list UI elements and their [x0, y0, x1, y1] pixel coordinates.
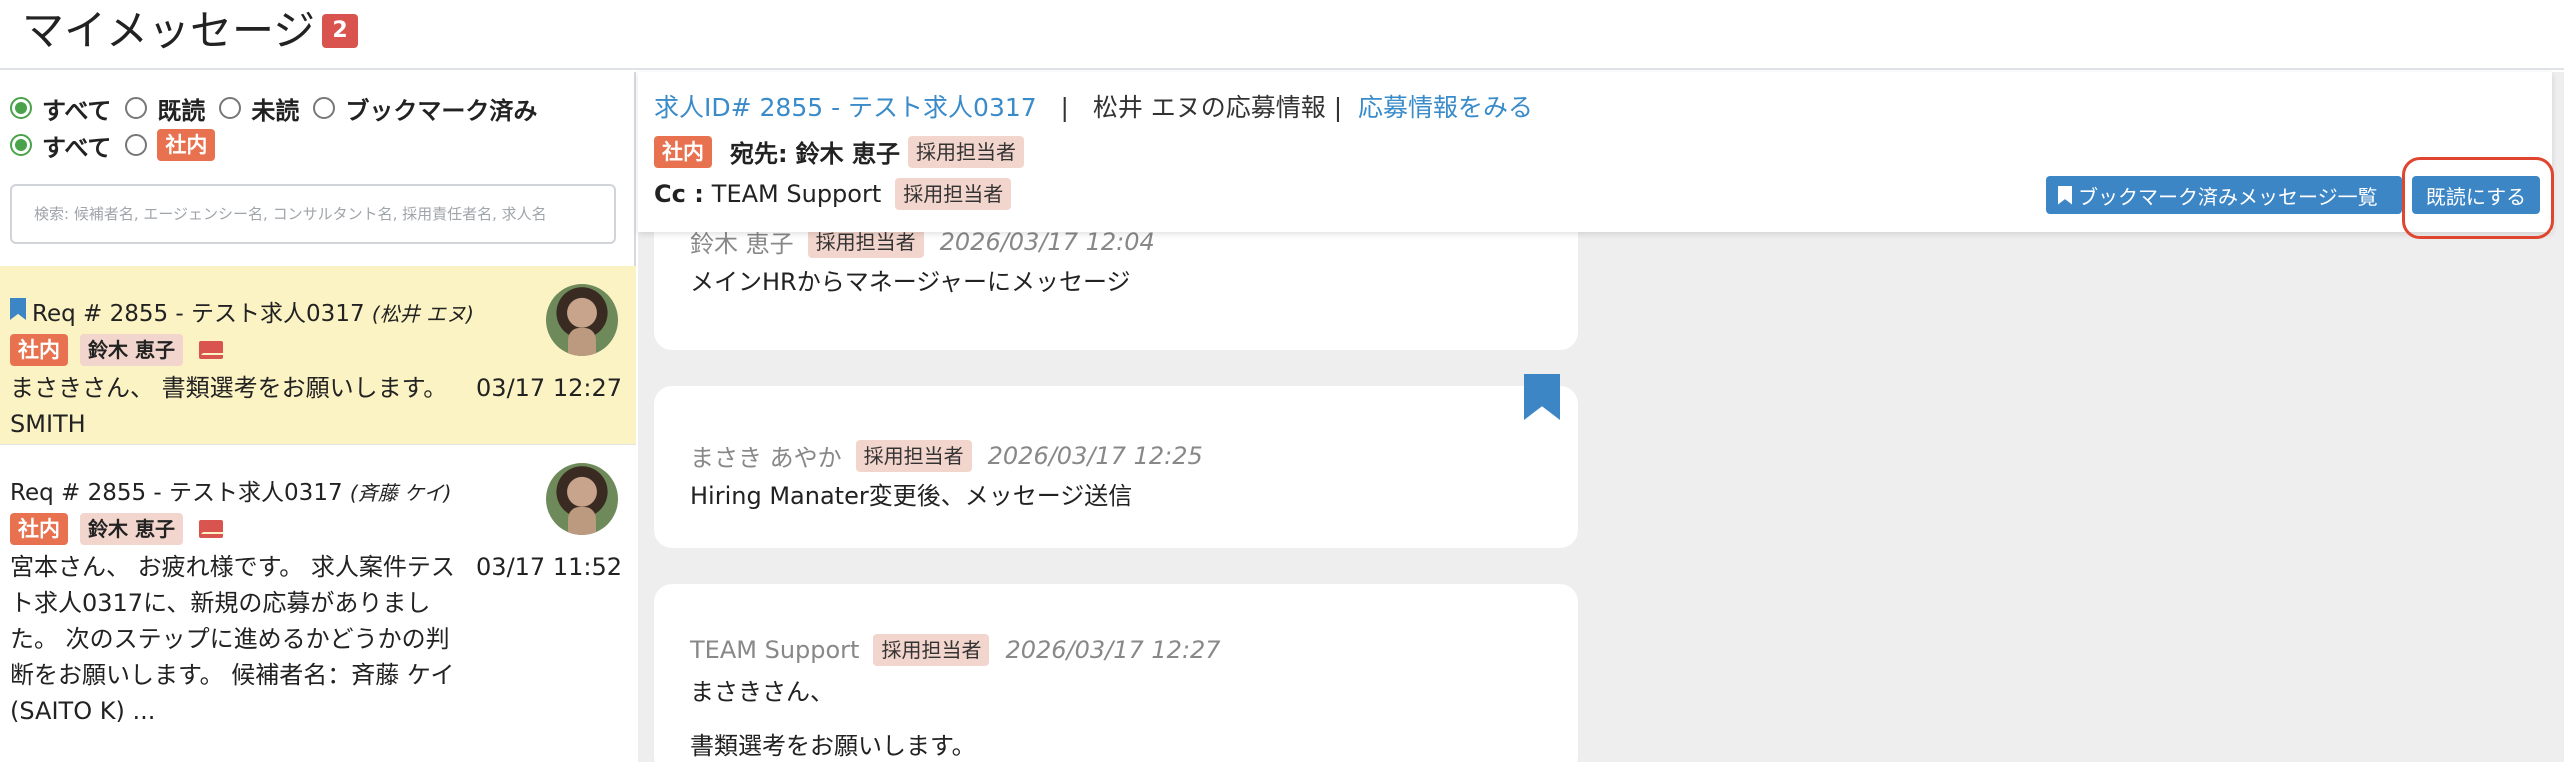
radio-icon[interactable] [219, 97, 242, 119]
thread-message: TEAM Support 採用担当者 2026/03/17 12:27 まさきさ… [654, 584, 1578, 762]
filter-bookmarked[interactable]: ブックマーク済み [313, 91, 537, 126]
message-preview: (SAITO K) ... [10, 697, 156, 725]
job-link[interactable]: 求人ID# 2855 - テスト求人0317 [654, 93, 1037, 122]
internal-tag: 社内 [10, 513, 68, 545]
view-application-link[interactable]: 応募情報をみる [1358, 93, 1533, 122]
cc-line: Cc : TEAM Support 採用担当者 [654, 178, 1012, 210]
filter-all[interactable]: すべて [10, 91, 111, 126]
message-date: 2026/03/17 12:25 [987, 441, 1203, 470]
role-tag: 採用担当者 [895, 178, 1012, 210]
filter-type-internal[interactable]: 社内 [125, 129, 216, 161]
bookmark-icon [10, 298, 26, 320]
message-list-item[interactable]: Req # 2855 - テスト求人0317 (斉藤 ケイ) 社内 鈴木 恵子 … [0, 444, 636, 762]
mail-icon [198, 520, 223, 538]
radio-icon[interactable] [313, 97, 336, 119]
message-req-title: Req # 2855 - テスト求人0317 (松井 エヌ) [32, 301, 474, 327]
message-body: Hiring Manater変更後、メッセージ送信 [690, 482, 1133, 510]
sender-name: まさき あやか [690, 444, 842, 472]
bookmarked-messages-button[interactable]: ブックマーク済みメッセージ一覧 [2046, 176, 2402, 214]
applicant-info-label: 松井 エヌの応募情報 | [1092, 93, 1343, 122]
filter-unread[interactable]: 未読 [219, 91, 299, 126]
radio-icon[interactable] [10, 97, 32, 119]
radio-icon[interactable] [10, 134, 32, 156]
page-header: マイメッセージ 2 [0, 0, 2564, 70]
bookmark-icon [2058, 185, 2072, 205]
thread-message: まさき あやか 採用担当者 2026/03/17 12:25 Hiring Ma… [654, 386, 1578, 548]
page-title: マイメッセージ [22, 6, 316, 55]
radio-icon[interactable] [125, 97, 148, 119]
message-tags: 社内 鈴木 恵子 [10, 513, 223, 545]
message-preview: 宮本さん、 お疲れ様です。 求人案件テス [10, 553, 455, 581]
internal-tag: 社内 [654, 135, 712, 168]
role-tag: 採用担当者 [873, 634, 990, 666]
cc-label: Cc : [654, 180, 704, 208]
cc-name: TEAM Support [711, 180, 882, 208]
to-name: 鈴木 恵子 [795, 140, 900, 168]
message-preview: SMITH [10, 410, 86, 438]
role-tag: 採用担当者 [907, 135, 1024, 168]
message-meta: まさき あやか 採用担当者 2026/03/17 12:25 [690, 438, 1203, 473]
to-label: 宛先: [730, 140, 788, 168]
mail-icon [198, 341, 223, 359]
sender-name-tag: 鈴木 恵子 [80, 334, 183, 366]
message-list-panel: すべて 既読 未読 ブックマーク済み すべて 社内 Req # 2855 - テ… [0, 72, 636, 762]
message-body: まさきさん、 [690, 678, 834, 706]
unread-count-badge: 2 [322, 14, 358, 48]
message-preview: まさきさん、 書類選考をお願いします。 [10, 374, 448, 402]
internal-tag: 社内 [10, 334, 68, 366]
message-preview: ト求人0317に、新規の応募がありまし [10, 589, 431, 617]
highlight-annotation [2402, 157, 2554, 239]
filter-read[interactable]: 既読 [125, 91, 205, 126]
type-filter: すべて 社内 [10, 128, 229, 163]
role-tag: 採用担当者 [855, 439, 972, 472]
message-list-item[interactable]: Req # 2855 - テスト求人0317 (松井 エヌ) 社内 鈴木 恵子 … [0, 266, 636, 444]
filter-type-all[interactable]: すべて [10, 128, 111, 163]
message-body: 書類選考をお願いします。 [690, 732, 976, 760]
search-input[interactable] [10, 184, 616, 244]
message-date: 2026/03/17 12:27 [1005, 636, 1221, 664]
message-req-title: Req # 2855 - テスト求人0317 (斉藤 ケイ) [10, 480, 452, 506]
detail-title-line: 求人ID# 2855 - テスト求人0317 | 松井 エヌの応募情報 | 応募… [654, 93, 1534, 122]
message-meta: TEAM Support 採用担当者 2026/03/17 12:27 [690, 634, 1221, 666]
message-preview: 断をお願いします。 候補者名：斉藤 ケイ [10, 661, 455, 689]
recipient-line: 社内 宛先: 鈴木 恵子 採用担当者 [654, 134, 1024, 169]
sender-name-tag: 鈴木 恵子 [80, 513, 183, 545]
avatar [546, 463, 618, 535]
message-tags: 社内 鈴木 恵子 [10, 334, 223, 366]
read-status-filter: すべて 既読 未読 ブックマーク済み [10, 91, 551, 126]
avatar [546, 284, 618, 356]
message-time: 03/17 12:27 [476, 374, 622, 402]
radio-icon[interactable] [125, 134, 148, 156]
thread-detail-header: 求人ID# 2855 - テスト求人0317 | 松井 エヌの応募情報 | 応募… [638, 72, 2552, 232]
message-time: 03/17 11:52 [476, 553, 622, 581]
message-body: メインHRからマネージャーにメッセージ [690, 268, 1131, 296]
message-preview: た。 次のステップに進めるかどうかの判 [10, 625, 450, 653]
sender-name: TEAM Support [690, 636, 860, 664]
